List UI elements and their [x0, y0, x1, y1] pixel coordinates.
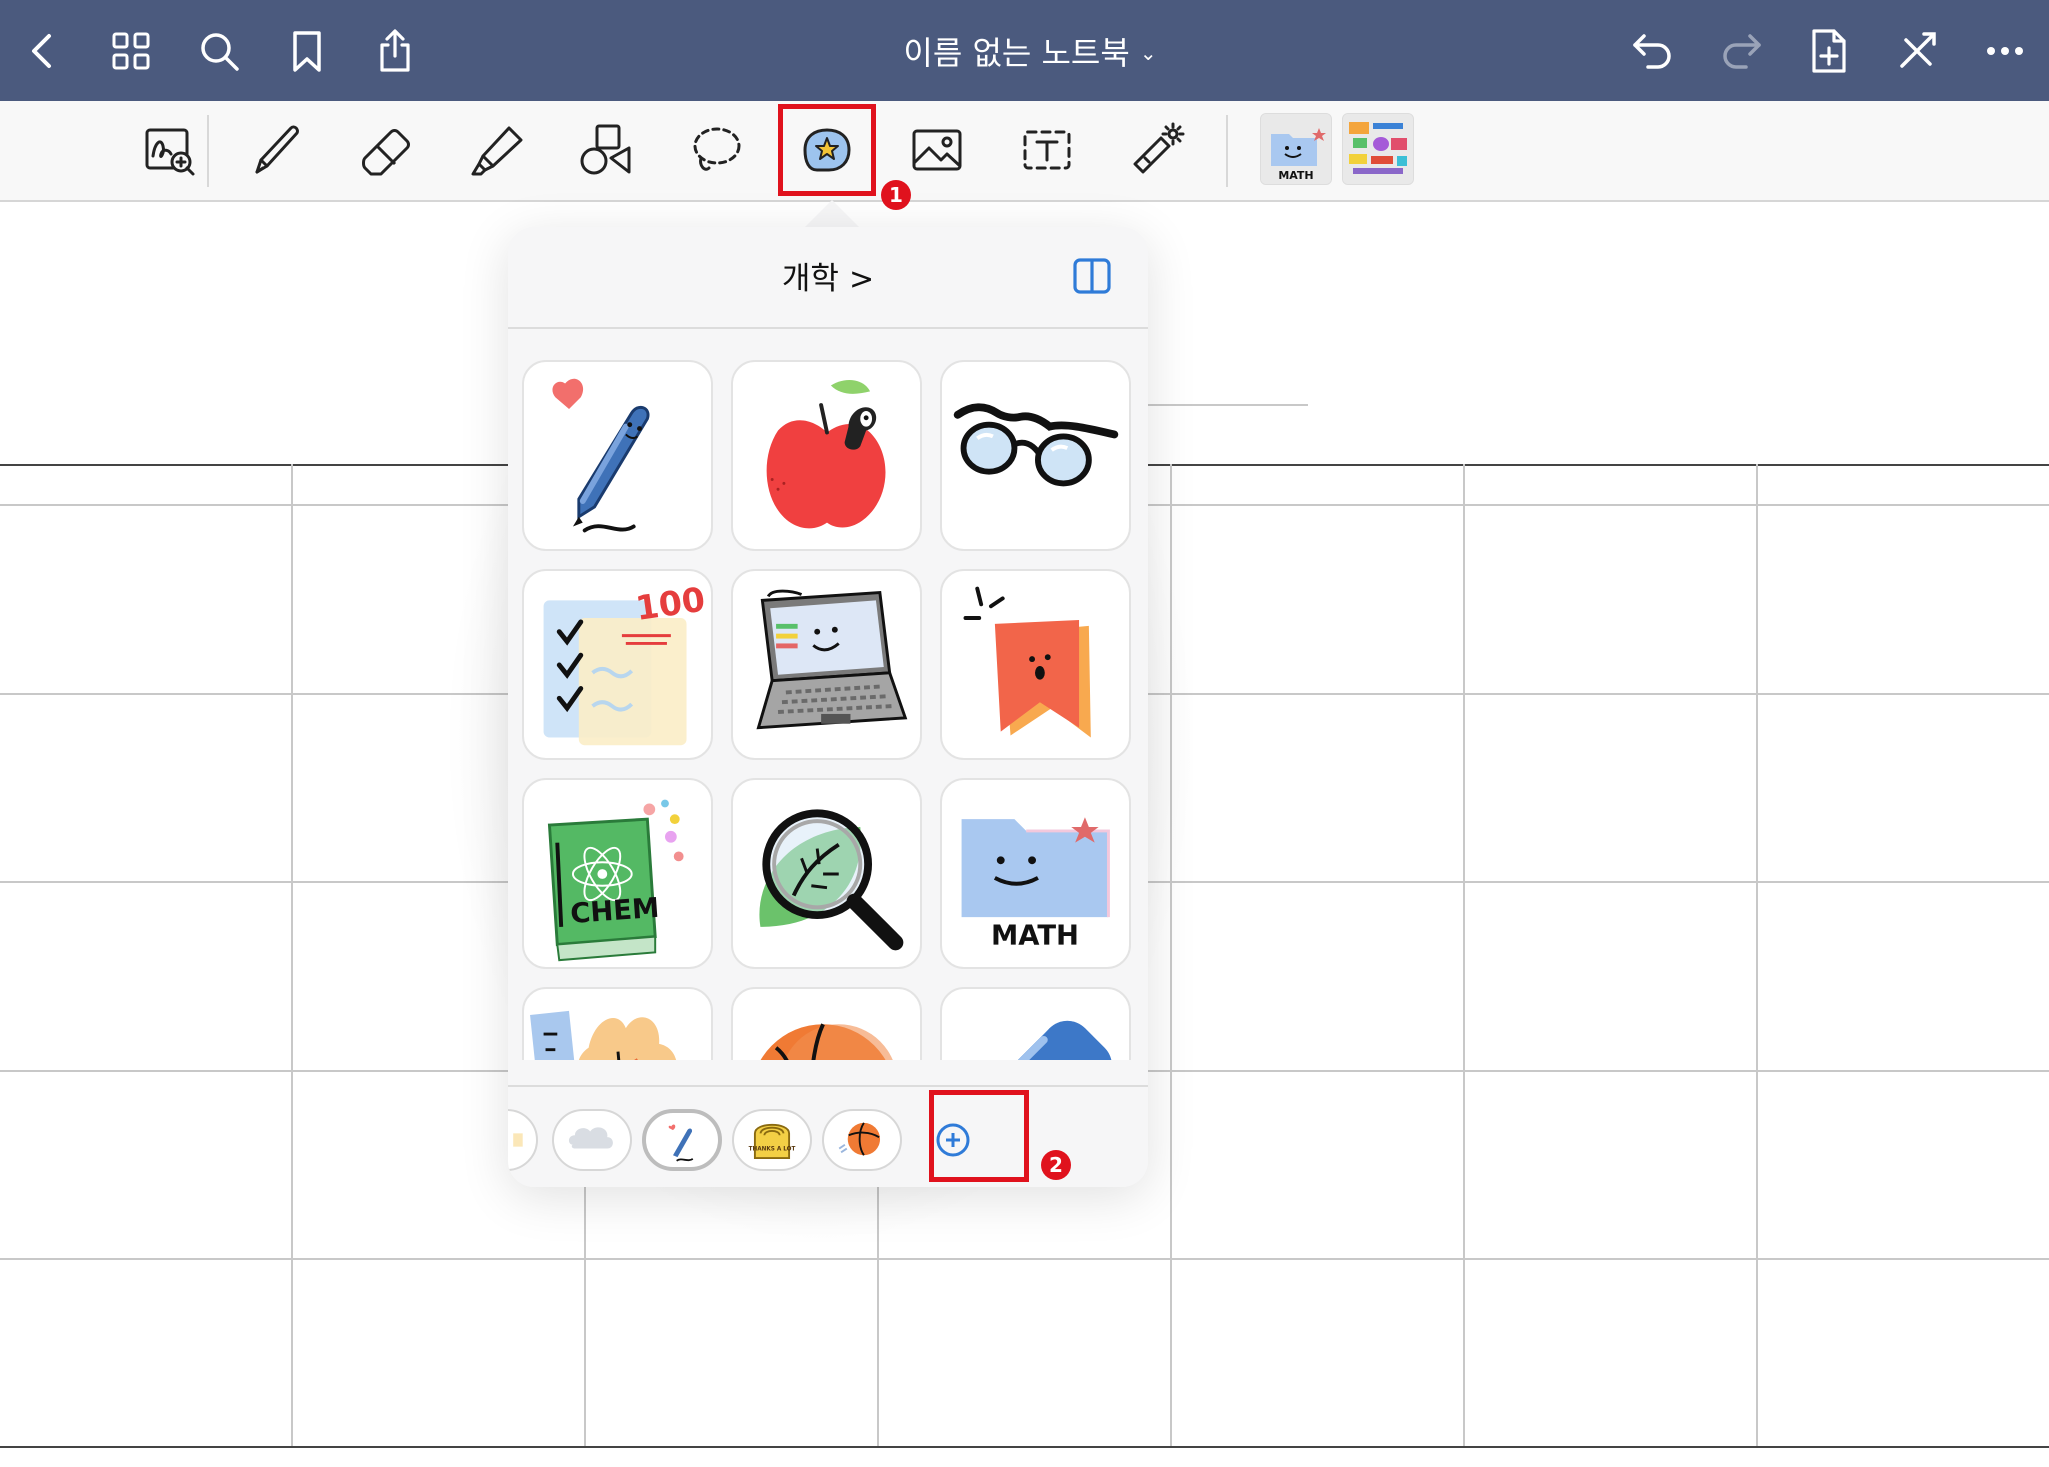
top-nav-bar: 이름 없는 노트북 ⌄ — [0, 0, 2049, 101]
checklist-100-sticker[interactable]: 100 — [522, 569, 713, 760]
split-view-icon[interactable] — [1072, 257, 1112, 295]
table-column-line — [1463, 464, 1465, 1446]
highlighter-icon[interactable] — [464, 117, 530, 183]
pen-icon[interactable] — [244, 117, 310, 183]
chem-book-sticker[interactable]: CHEM — [522, 778, 713, 969]
toolbar-separator — [1226, 115, 1228, 187]
share-icon[interactable] — [368, 24, 422, 78]
bookmark-surprised-sticker[interactable] — [940, 569, 1131, 760]
zoom-draw-icon[interactable] — [136, 117, 202, 183]
laptop-sticker[interactable] — [731, 569, 922, 760]
sticker-100-text: 100 — [633, 580, 707, 628]
highlight-box-add-pack — [929, 1090, 1029, 1182]
favorite-math-label: MATH — [1278, 169, 1313, 182]
eraser-icon[interactable] — [354, 117, 420, 183]
sticker-pack-title-text: 개학 — [781, 261, 839, 297]
app: 이름 없는 노트북 ⌄ MATH 개학 > 100 CHEM MATH THAN… — [0, 0, 2049, 1467]
pen-heart-sticker[interactable] — [522, 360, 713, 551]
apple-worm-sticker[interactable] — [731, 360, 922, 551]
laser-pointer-icon[interactable] — [1124, 117, 1190, 183]
bookmark-icon[interactable] — [280, 24, 334, 78]
notebook-title[interactable]: 이름 없는 노트북 ⌄ — [880, 26, 1180, 76]
pack-tab-partial[interactable] — [508, 1109, 538, 1171]
table-bottom-border — [0, 1446, 2049, 1448]
table-column-line — [291, 464, 293, 1446]
redo-icon[interactable] — [1714, 24, 1768, 78]
more-icon[interactable] — [1978, 24, 2032, 78]
callout-badge-2: 2 — [1041, 1150, 1071, 1180]
pack-tab-cloud[interactable] — [552, 1109, 632, 1171]
math-label: MATH — [991, 920, 1079, 951]
sticker-grid: 100 CHEM MATH — [522, 360, 1134, 1060]
callout-badge-1: 1 — [881, 180, 911, 210]
basketball-sticker[interactable] — [731, 987, 922, 1060]
ruler-leaf-sticker[interactable] — [522, 987, 713, 1060]
lasso-icon[interactable] — [684, 117, 750, 183]
sticker-popover: 개학 > 100 CHEM MATH THANKS A LOT — [508, 227, 1148, 1187]
math-folder-sticker[interactable]: MATH — [940, 778, 1131, 969]
eraser-sticker[interactable] — [940, 987, 1131, 1060]
tool-bar: MATH — [0, 101, 2049, 202]
glasses-sticker[interactable] — [940, 360, 1131, 551]
chem-label: CHEM — [569, 893, 660, 930]
chevron-down-icon: ⌄ — [1139, 41, 1157, 65]
popover-header: 개학 > — [508, 227, 1148, 329]
pack-tab-thanks-a-lot[interactable]: THANKS A LOT — [732, 1109, 812, 1171]
highlight-box-sticker-tool — [778, 104, 876, 196]
notebook-title-text: 이름 없는 노트북 — [903, 34, 1130, 72]
popover-arrow — [804, 200, 860, 228]
pack-tab-basketball[interactable] — [822, 1109, 902, 1171]
back-icon[interactable] — [16, 24, 70, 78]
add-page-icon[interactable] — [1802, 24, 1856, 78]
grid-view-icon[interactable] — [104, 24, 158, 78]
thanks-a-lot-label: THANKS A LOT — [749, 1146, 796, 1152]
shapes-icon[interactable] — [574, 117, 640, 183]
favorite-sticker-collection[interactable] — [1342, 113, 1414, 185]
magnifier-leaf-sticker[interactable] — [731, 778, 922, 969]
text-icon[interactable] — [1014, 117, 1080, 183]
toolbar-separator — [207, 115, 209, 187]
favorite-sticker-math[interactable]: MATH — [1260, 113, 1332, 185]
undo-icon[interactable] — [1626, 24, 1680, 78]
image-icon[interactable] — [904, 117, 970, 183]
sticker-pack-title[interactable]: 개학 > — [508, 253, 1148, 298]
close-toolbar-icon[interactable] — [1890, 24, 1944, 78]
table-column-line — [1756, 464, 1758, 1446]
chevron-right-icon: > — [848, 262, 875, 297]
search-icon[interactable] — [192, 24, 246, 78]
pack-tab-back-to-school[interactable] — [642, 1109, 722, 1171]
